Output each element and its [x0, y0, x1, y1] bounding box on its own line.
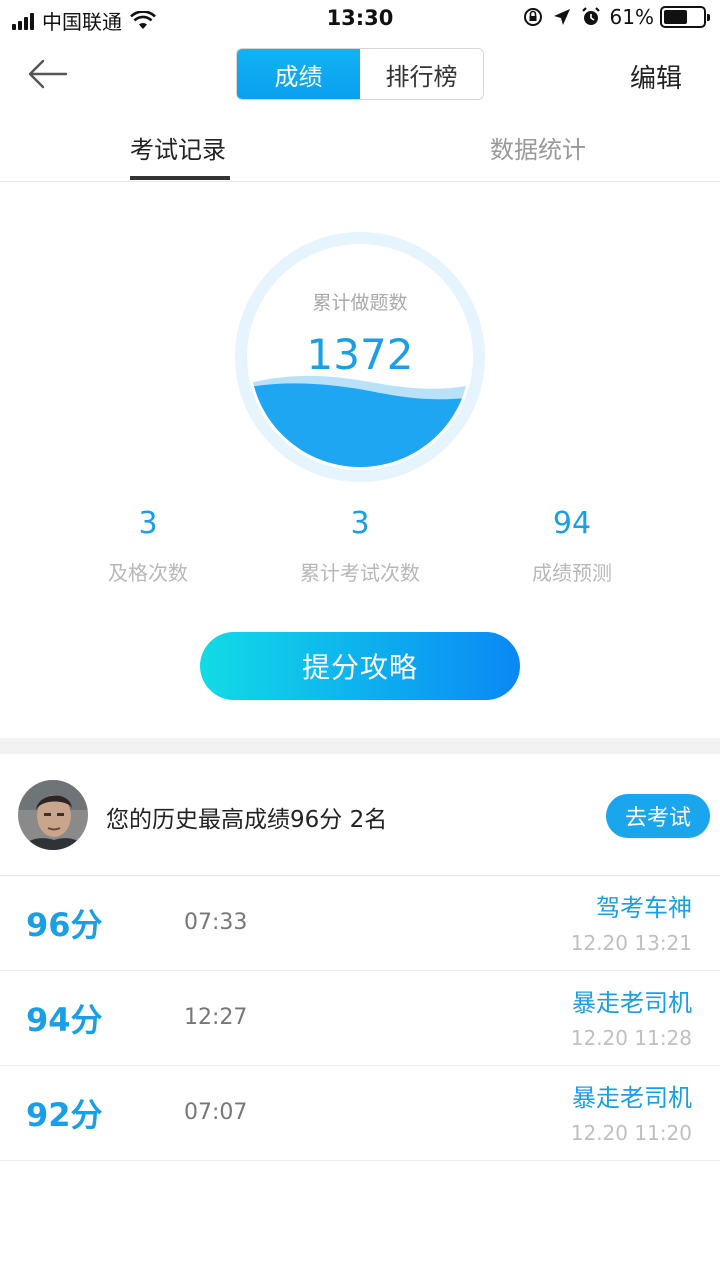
tab-exam-records[interactable]: 考试记录 — [130, 130, 226, 165]
best-score-text: 您的历史最高成绩96分 2名 — [106, 807, 388, 833]
stat-value: 94 — [552, 506, 592, 541]
battery-icon — [660, 6, 710, 28]
navigation-bar: 成绩 排行榜 编辑 — [0, 38, 720, 108]
segment-leaderboard[interactable]: 排行榜 — [360, 49, 483, 99]
stat-exam-count: 3 累计考试次数 — [260, 506, 460, 586]
record-date: 12.20 11:28 — [570, 1026, 692, 1050]
record-date: 12.20 13:21 — [570, 931, 692, 955]
stats-row: 3 及格次数 3 累计考试次数 94 成绩预测 — [0, 506, 720, 596]
gauge-label: 累计做题数 — [312, 292, 408, 314]
segment-scores[interactable]: 成绩 — [237, 49, 360, 99]
record-score: 92分 — [26, 1096, 103, 1134]
record-user: 暴走老司机 — [572, 989, 692, 1017]
battery-percent: 61% — [609, 5, 654, 29]
record-score: 96分 — [26, 906, 103, 944]
go-exam-button[interactable]: 去考试 — [606, 794, 710, 838]
stat-label: 累计考试次数 — [300, 561, 420, 585]
active-tab-indicator — [130, 176, 230, 180]
segment-control: 成绩 排行榜 — [236, 48, 484, 100]
record-user: 暴走老司机 — [572, 1084, 692, 1112]
orientation-lock-icon — [523, 8, 542, 26]
tab-statistics[interactable]: 数据统计 — [490, 130, 586, 165]
stat-label: 及格次数 — [108, 561, 188, 585]
stat-pass-count: 3 及格次数 — [48, 506, 248, 586]
edit-button[interactable]: 编辑 — [630, 58, 682, 95]
stat-value: 3 — [138, 506, 158, 541]
location-arrow-icon — [553, 9, 570, 25]
avatar[interactable] — [18, 780, 88, 850]
list-item[interactable]: 96分 07:33 驾考车神 12.20 13:21 — [0, 876, 720, 971]
record-duration: 07:33 — [184, 910, 248, 935]
list-item[interactable]: 92分 07:07 暴走老司机 12.20 11:20 — [0, 1066, 720, 1161]
record-duration: 07:07 — [184, 1100, 248, 1125]
status-right: 61% — [522, 5, 710, 29]
battery-fill — [664, 10, 688, 24]
alarm-clock-icon — [581, 7, 600, 25]
improve-score-button[interactable]: 提分攻略 — [200, 632, 520, 700]
record-score: 94分 — [26, 1001, 103, 1039]
record-duration: 12:27 — [184, 1005, 248, 1030]
status-bar: 中国联通 13:30 61% — [0, 0, 720, 38]
exam-records-list: 96分 07:33 驾考车神 12.20 13:21 94分 12:27 暴走老… — [0, 876, 720, 1161]
stat-value: 3 — [350, 506, 370, 541]
list-item[interactable]: 94分 12:27 暴走老司机 12.20 11:28 — [0, 971, 720, 1066]
stat-score-prediction: 94 成绩预测 — [472, 506, 672, 586]
record-user: 驾考车神 — [596, 894, 692, 922]
sub-tab-bar: 考试记录 数据统计 — [0, 118, 720, 182]
stat-label: 成绩预测 — [532, 561, 612, 585]
gauge-value: 1372 — [306, 330, 414, 379]
best-score-row: 您的历史最高成绩96分 2名 去考试 — [0, 754, 720, 876]
back-arrow-icon[interactable] — [26, 56, 68, 92]
section-divider — [0, 738, 720, 754]
record-date: 12.20 11:20 — [570, 1121, 692, 1145]
